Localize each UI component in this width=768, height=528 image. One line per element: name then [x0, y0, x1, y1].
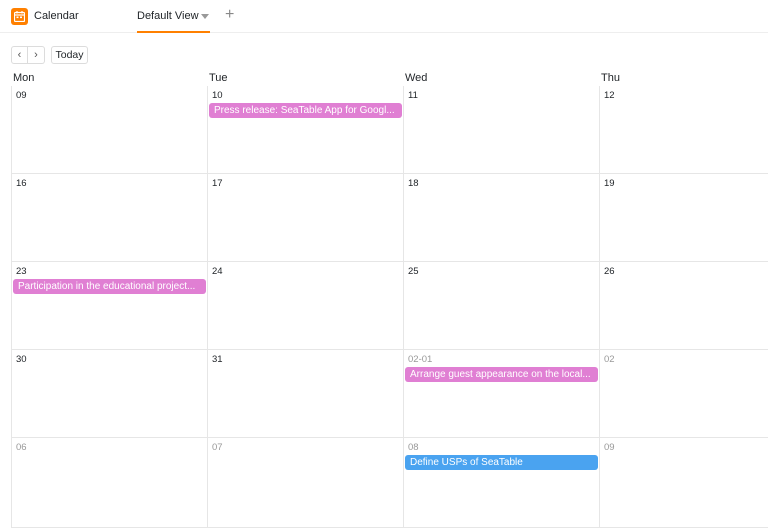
- day-cell[interactable]: 26: [599, 262, 768, 350]
- event-guest-appearance[interactable]: Arrange guest appearance on the local...: [405, 367, 598, 382]
- view-tab-default[interactable]: Default View: [137, 0, 210, 33]
- day-cell[interactable]: 12: [599, 86, 768, 174]
- day-cell[interactable]: 06: [11, 438, 207, 528]
- today-button[interactable]: Today: [51, 46, 88, 64]
- view-tab-label: Default View: [137, 10, 199, 22]
- event-educational-project[interactable]: Participation in the educational project…: [13, 279, 206, 294]
- day-number: 31: [212, 354, 223, 365]
- day-cell[interactable]: 09: [11, 86, 207, 174]
- next-period-button[interactable]: ›: [28, 46, 45, 64]
- day-cell[interactable]: 30: [11, 350, 207, 438]
- day-number: 12: [604, 90, 615, 101]
- day-number: 08: [408, 442, 419, 453]
- day-number: 19: [604, 178, 615, 189]
- chevron-left-icon: ‹: [17, 49, 22, 61]
- month-grid: 09 10 11 12 16 17 18 19 23 24 25 26 30 3…: [11, 86, 768, 528]
- day-number: 06: [16, 442, 27, 453]
- day-number: 18: [408, 178, 419, 189]
- chevron-down-icon[interactable]: [201, 14, 209, 19]
- day-cell[interactable]: 18: [403, 174, 599, 262]
- day-cell[interactable]: 07: [207, 438, 403, 528]
- weekday-header-mon: Mon: [13, 72, 35, 84]
- day-cell[interactable]: 24: [207, 262, 403, 350]
- day-cell[interactable]: 08: [403, 438, 599, 528]
- event-press-release[interactable]: Press release: SeaTable App for Googl...: [209, 103, 402, 118]
- chevron-right-icon: ›: [34, 49, 38, 61]
- day-number: 02-01: [408, 354, 433, 365]
- day-cell[interactable]: 19: [599, 174, 768, 262]
- day-cell[interactable]: 16: [11, 174, 207, 262]
- day-cell[interactable]: 02: [599, 350, 768, 438]
- day-number: 07: [212, 442, 223, 453]
- day-cell[interactable]: 23: [11, 262, 207, 350]
- day-cell[interactable]: 02-01: [403, 350, 599, 438]
- day-number: 25: [408, 266, 419, 277]
- day-number: 23: [16, 266, 27, 277]
- day-cell[interactable]: 31: [207, 350, 403, 438]
- calendar-icon[interactable]: [11, 8, 28, 25]
- weekday-header-wed: Wed: [405, 72, 428, 84]
- day-number: 30: [16, 354, 27, 365]
- day-number: 11: [408, 90, 418, 101]
- day-number: 17: [212, 178, 223, 189]
- day-number: 26: [604, 266, 615, 277]
- weekday-header-tue: Tue: [209, 72, 228, 84]
- day-number: 09: [16, 90, 27, 101]
- event-define-usps[interactable]: Define USPs of SeaTable: [405, 455, 598, 470]
- day-cell[interactable]: 11: [403, 86, 599, 174]
- day-number: 10: [212, 90, 223, 101]
- weekday-header-thu: Thu: [601, 72, 620, 84]
- app-title: Calendar: [34, 10, 79, 22]
- day-number: 16: [16, 178, 27, 189]
- previous-period-button[interactable]: ‹: [11, 46, 28, 64]
- day-cell[interactable]: 17: [207, 174, 403, 262]
- add-view-button[interactable]: +: [225, 7, 234, 23]
- day-number: 24: [212, 266, 223, 277]
- day-number: 02: [604, 354, 615, 365]
- top-header: Calendar Default View +: [0, 0, 768, 33]
- day-number: 09: [604, 442, 615, 453]
- day-cell[interactable]: 10: [207, 86, 403, 174]
- day-cell[interactable]: 25: [403, 262, 599, 350]
- day-cell[interactable]: 09: [599, 438, 768, 528]
